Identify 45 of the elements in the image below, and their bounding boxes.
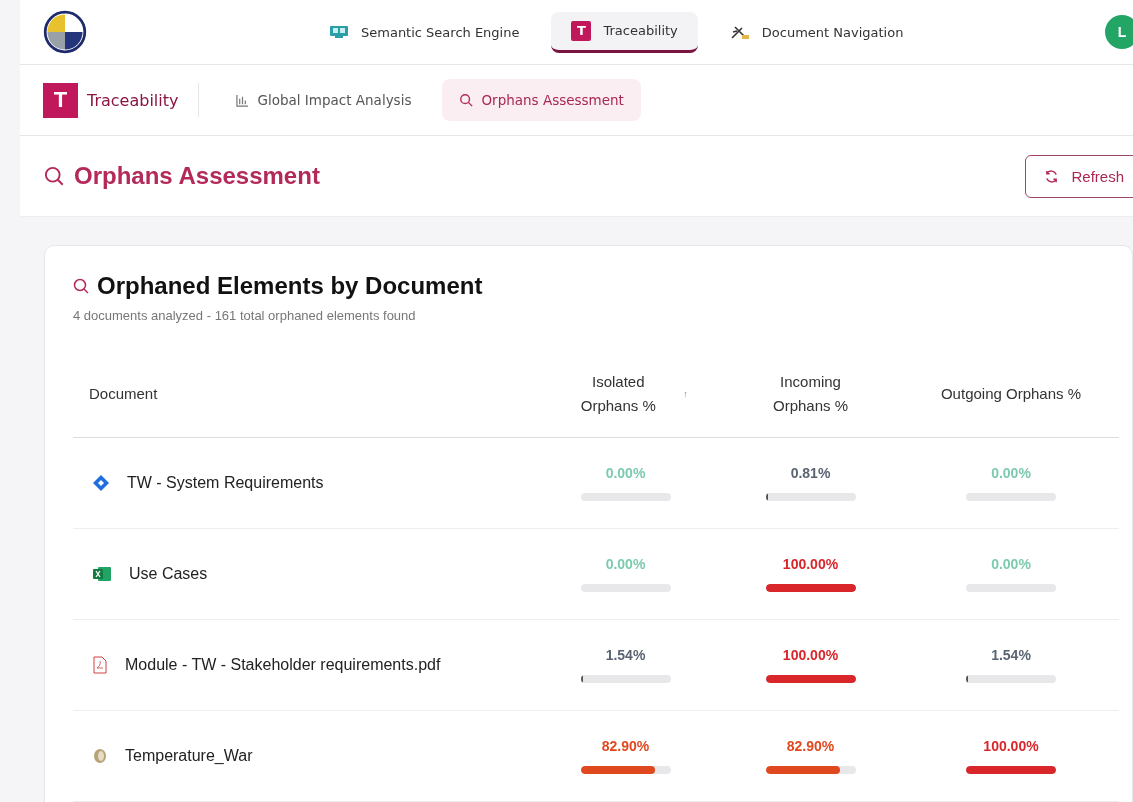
percentage-value: 1.54% xyxy=(991,647,1031,663)
percentage-value: 0.00% xyxy=(605,465,646,481)
percentage-value: 0.00% xyxy=(991,465,1031,481)
percentage-value: 0.81% xyxy=(790,465,831,481)
tools-icon xyxy=(729,24,750,40)
letter-icon: T xyxy=(571,20,592,41)
section-title: Traceability xyxy=(87,90,179,110)
percentage-value: 100.00% xyxy=(782,647,839,663)
document-name: Temperature_War xyxy=(125,747,253,765)
column-header[interactable]: Document xyxy=(89,382,158,406)
card-subtitle: 4 documents analyzed - 161 total orphaned elements found xyxy=(73,308,417,323)
monitor-icon xyxy=(329,25,349,39)
percentage-value: 82.90% xyxy=(601,738,650,754)
diamond-icon xyxy=(93,475,109,491)
brand-icon: T xyxy=(43,82,78,118)
document-name: TW - System Requirements xyxy=(127,474,324,492)
logo-icon[interactable] xyxy=(43,10,87,54)
sort-indicator[interactable]: ↑ xyxy=(683,386,688,402)
column-header[interactable]: Outgoing Orphans % xyxy=(940,382,1082,406)
scroll-icon xyxy=(93,748,107,764)
bar-chart-icon xyxy=(236,93,250,107)
column-header[interactable]: Incoming Orphans % xyxy=(755,370,866,418)
percentage-value: 0.00% xyxy=(991,556,1031,572)
refresh-icon xyxy=(1044,168,1060,184)
percentage-value: 100.00% xyxy=(983,738,1039,754)
search-icon xyxy=(459,93,474,107)
percentage-value: 100.00% xyxy=(782,556,839,572)
sub-tab[interactable]: Global Impact Analysis xyxy=(219,79,429,121)
refresh-button[interactable]: Refresh xyxy=(1025,154,1133,198)
column-header[interactable]: Isolated Orphans % xyxy=(563,370,674,418)
percentage-value: 0.00% xyxy=(605,556,646,572)
search-icon xyxy=(44,166,64,186)
card-title: Orphaned Elements by Document xyxy=(97,272,483,300)
search-icon xyxy=(73,278,89,294)
percentage-value: 82.90% xyxy=(786,738,835,754)
nav-tab[interactable]: Document Navigation xyxy=(709,11,924,53)
document-name: Module - TW - Stakeholder requirements.pdf xyxy=(125,656,441,674)
nav-tab[interactable]: T Traceability xyxy=(551,11,698,53)
sub-tab[interactable]: Orphans Assessment xyxy=(442,79,641,121)
percentage-value: 1.54% xyxy=(605,647,646,663)
nav-tab[interactable]: Semantic Search Engine xyxy=(309,11,540,53)
document-name: Use Cases xyxy=(129,565,208,583)
pdf-file-icon xyxy=(93,656,107,674)
spreadsheet-icon xyxy=(93,566,111,582)
page-title: Orphans Assessment xyxy=(74,162,320,190)
